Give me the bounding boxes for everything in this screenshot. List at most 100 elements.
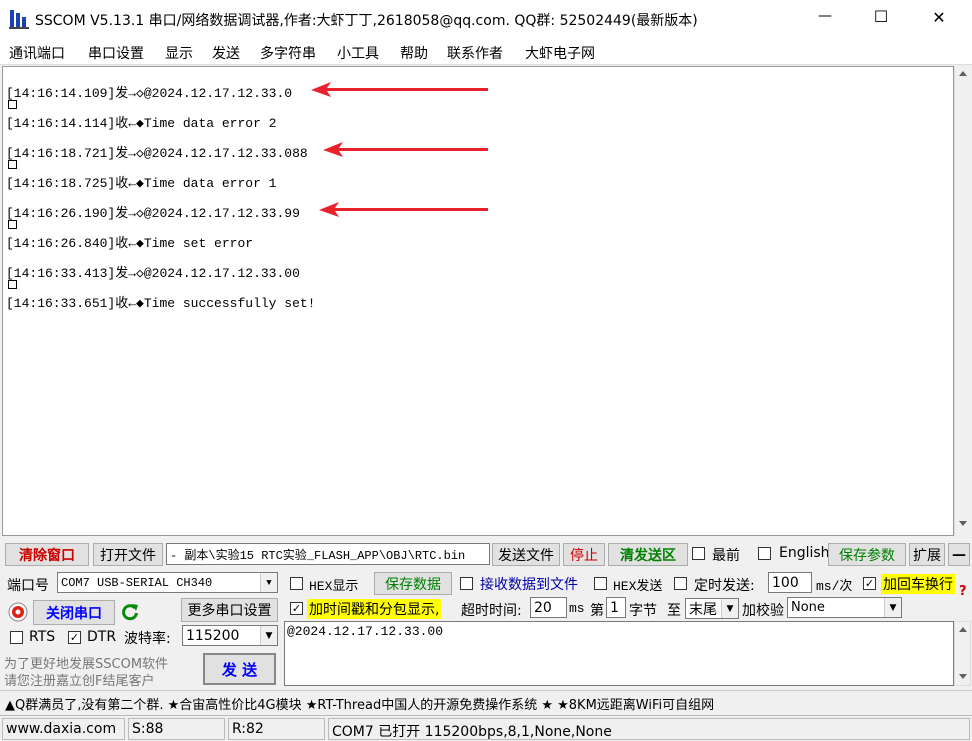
menu-item-display[interactable]: 显示 xyxy=(165,43,193,63)
save-data-button[interactable]: 保存数据 xyxy=(374,572,452,595)
topmost-checkbox[interactable] xyxy=(692,547,705,560)
menu-item-serial-settings[interactable]: 串口设置 xyxy=(88,43,144,63)
receive-area[interactable]: [14:16:14.109]发→◇@2024.12.17.12.33.0 [14… xyxy=(2,66,954,536)
log-line: [14:16:18.725]收←◆Time data error 1 xyxy=(6,176,277,191)
checksum-label: 加校验 xyxy=(742,603,784,619)
menu-item-tools[interactable]: 小工具 xyxy=(337,43,379,63)
hex-display-checkbox[interactable] xyxy=(290,577,303,590)
dtr-label: DTR xyxy=(87,629,117,645)
baud-select[interactable]: 115200 ▼ xyxy=(182,625,278,646)
nth-label: 第 xyxy=(590,603,604,619)
scroll-down-icon[interactable] xyxy=(959,521,967,526)
rts-label: RTS xyxy=(29,629,56,645)
close-port-button[interactable]: 关闭串口 xyxy=(33,600,115,625)
expand-button[interactable]: 扩展 xyxy=(909,543,945,566)
hex-send-label: HEX发送 xyxy=(613,579,663,594)
end-select[interactable]: 末尾 ▼ xyxy=(685,598,739,619)
interval-input[interactable]: 100 xyxy=(768,572,812,593)
send-scrollbar[interactable] xyxy=(954,621,971,686)
english-label: English xyxy=(779,545,830,561)
checksum-select[interactable]: None ▼ xyxy=(787,597,902,618)
chevron-down-icon[interactable]: ▼ xyxy=(260,573,277,592)
scroll-up-icon[interactable] xyxy=(959,627,967,632)
menu-item-website[interactable]: 大虾电子网 xyxy=(525,43,595,63)
newline-box xyxy=(8,160,17,169)
close-button[interactable]: ✕ xyxy=(929,8,949,27)
chevron-down-icon[interactable]: ▼ xyxy=(260,626,277,645)
open-file-button[interactable]: 打开文件 xyxy=(93,543,163,566)
clear-window-button[interactable]: 清除窗口 xyxy=(5,543,89,566)
menu-item-send[interactable]: 发送 xyxy=(212,43,240,63)
news-ticker[interactable]: ▲Q群满员了,没有第二个群. ★合宙高性价比4G模块 ★RT-Thread中国人… xyxy=(0,690,972,714)
topmost-label: 最前 xyxy=(712,548,740,564)
baud-label: 波特率: xyxy=(124,631,171,647)
newline-box xyxy=(8,220,17,229)
send-button[interactable]: 发 送 xyxy=(203,653,276,685)
save-params-button[interactable]: 保存参数 xyxy=(828,543,906,566)
status-bar: www.daxia.com S:88 R:82 COM7 已打开 115200b… xyxy=(0,715,972,741)
chevron-down-icon[interactable]: ▼ xyxy=(884,598,901,617)
port-status-icon xyxy=(8,602,28,622)
stop-button[interactable]: 停止 xyxy=(563,543,605,566)
log-line: [14:16:14.114]收←◆Time data error 2 xyxy=(6,116,277,131)
recv-to-file-checkbox[interactable] xyxy=(460,577,473,590)
maximize-button[interactable]: ☐ xyxy=(871,7,891,26)
newline-box xyxy=(8,100,17,109)
send-file-button[interactable]: 发送文件 xyxy=(492,543,560,566)
add-crlf-checkbox[interactable]: ✓ xyxy=(863,577,876,590)
status-recv-count: R:82 xyxy=(228,718,325,740)
status-sent-count: S:88 xyxy=(128,718,225,740)
menu-item-multi-string[interactable]: 多字符串 xyxy=(260,43,316,63)
refresh-icon[interactable] xyxy=(120,602,140,622)
byte-position-input[interactable]: 1 xyxy=(606,597,626,618)
timeout-unit: ms xyxy=(569,601,585,616)
ticker-text: ▲Q群满员了,没有第二个群. ★合宙高性价比4G模块 ★RT-Thread中国人… xyxy=(5,698,715,713)
to-label: 至 xyxy=(667,603,681,619)
send-text: @2024.12.17.12.33.00 xyxy=(287,624,444,639)
log-line: [14:16:33.413]发→◇@2024.12.17.12.33.00 xyxy=(6,266,300,281)
dtr-checkbox[interactable]: ✓ xyxy=(68,631,81,644)
chevron-down-icon[interactable]: ▼ xyxy=(721,599,738,618)
english-checkbox[interactable] xyxy=(758,547,771,560)
more-serial-settings-button[interactable]: 更多串口设置 xyxy=(181,598,278,622)
timestamp-checkbox[interactable]: ✓ xyxy=(290,602,303,615)
menu-item-port[interactable]: 通讯端口 xyxy=(9,43,65,63)
file-path-field[interactable]: - 副本\实验15 RTC实验_FLASH_APP\OBJ\RTC.bin xyxy=(166,543,490,565)
hex-send-checkbox[interactable] xyxy=(594,577,607,590)
promo-text[interactable]: 请您注册嘉立创F结尾客户 xyxy=(4,670,154,689)
log-line: [14:16:14.109]发→◇@2024.12.17.12.33.0 xyxy=(6,86,293,101)
log-line: [14:16:26.190]发→◇@2024.12.17.12.33.99 xyxy=(6,206,300,221)
log-line: [14:16:26.840]收←◆Time set error xyxy=(6,236,254,251)
rts-checkbox[interactable] xyxy=(10,631,23,644)
collapse-button[interactable]: — xyxy=(948,543,970,566)
port-label: 端口号 xyxy=(7,578,49,594)
menu-item-contact[interactable]: 联系作者 xyxy=(447,43,503,63)
recv-to-file-label: 接收数据到文件 xyxy=(480,577,578,593)
log-line: [14:16:18.721]发→◇@2024.12.17.12.33.088 xyxy=(6,146,308,161)
scroll-down-icon[interactable] xyxy=(959,674,967,679)
status-site[interactable]: www.daxia.com xyxy=(2,718,125,740)
receive-scrollbar[interactable] xyxy=(954,66,971,536)
app-icon xyxy=(9,10,29,29)
title-bar: SSCOM V5.13.1 串口/网络数据调试器,作者:大虾丁丁,2618058… xyxy=(0,0,972,38)
port-select[interactable]: COM7 USB-SERIAL CH340 ▼ xyxy=(57,572,278,593)
log-line: [14:16:33.651]收←◆Time successfully set! xyxy=(6,296,316,311)
annotation-arrow-icon xyxy=(323,142,488,157)
annotation-arrow-icon xyxy=(319,202,488,217)
window-title: SSCOM V5.13.1 串口/网络数据调试器,作者:大虾丁丁,2618058… xyxy=(35,13,698,29)
send-text-area[interactable]: @2024.12.17.12.33.00 xyxy=(284,621,954,686)
timestamp-label: 加时间戳和分包显示, xyxy=(307,599,442,619)
menu-item-help[interactable]: 帮助 xyxy=(400,43,428,63)
help-icon[interactable]: ? xyxy=(959,584,967,599)
clear-send-button[interactable]: 清发送区 xyxy=(608,543,688,566)
timeout-input[interactable]: 20 xyxy=(530,597,567,618)
status-port-info: COM7 已打开 115200bps,8,1,None,None xyxy=(328,718,970,740)
minimize-button[interactable]: — xyxy=(815,8,835,24)
menu-bar: 通讯端口 串口设置 显示 发送 多字符串 小工具 帮助 联系作者 大虾电子网 xyxy=(0,38,972,65)
add-crlf-label: 加回车换行 xyxy=(881,574,955,594)
scroll-up-icon[interactable] xyxy=(959,71,967,76)
byte-label: 字节 xyxy=(629,603,657,619)
newline-box xyxy=(8,280,17,289)
timed-send-label: 定时发送: xyxy=(694,578,755,594)
timed-send-checkbox[interactable] xyxy=(674,577,687,590)
